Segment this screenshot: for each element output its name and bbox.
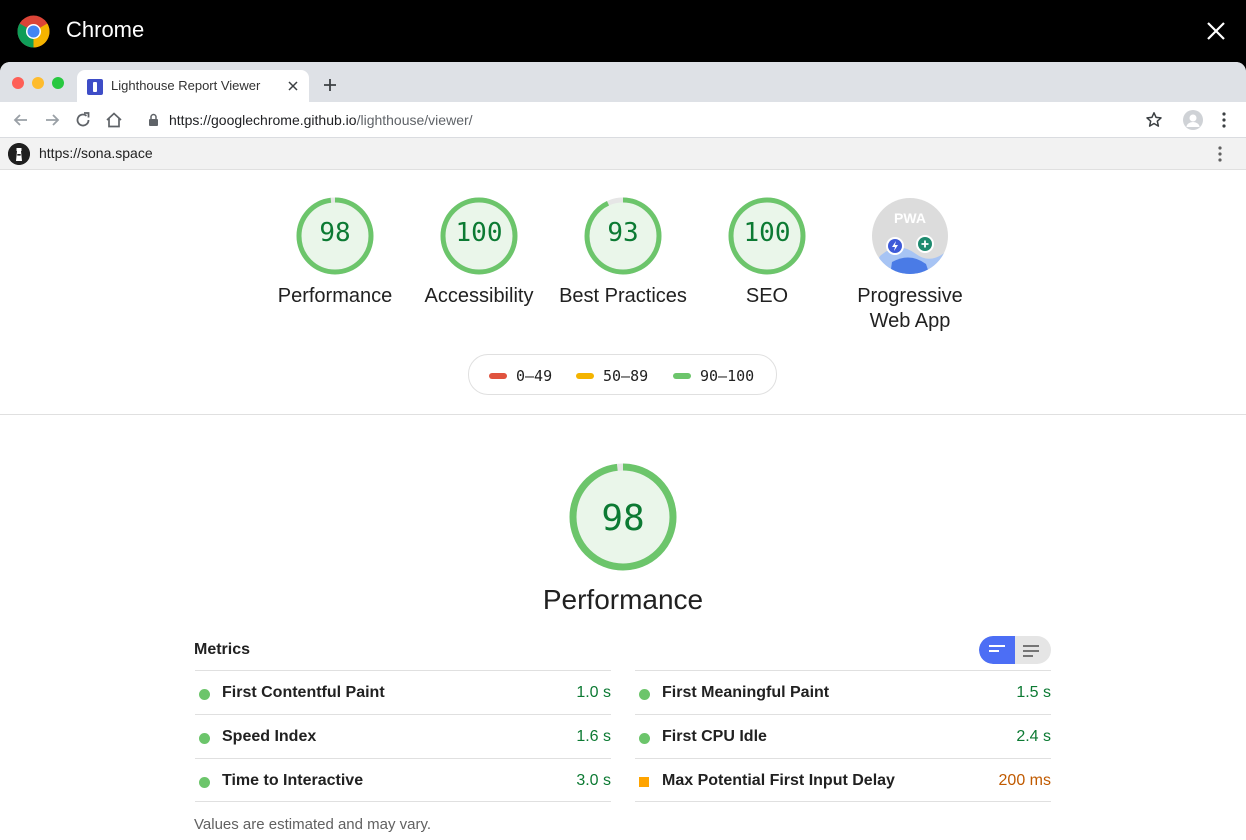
metric-row: Max Potential First Input Delay 200 ms [635, 758, 1051, 802]
window-minimize-button[interactable] [32, 77, 44, 89]
pwa-gauge[interactable]: PWA Progressive Web App [855, 196, 965, 332]
metric-row: First CPU Idle 2.4 s [635, 714, 1051, 758]
compact-lines-icon [989, 645, 1005, 655]
pass-dot-icon [639, 689, 650, 700]
legend-fail-range: 0–49 [516, 367, 553, 385]
metric-name: First Meaningful Paint [662, 684, 830, 701]
home-icon[interactable] [104, 110, 124, 130]
lighthouse-favicon-icon [87, 79, 103, 95]
performance-title: Performance [542, 584, 704, 615]
metric-value: 1.0 s [576, 684, 611, 701]
metric-row: Speed Index 1.6 s [195, 714, 611, 758]
legend-average-range: 50–89 [603, 367, 649, 385]
metric-row: First Contentful Paint 1.0 s [195, 670, 611, 714]
metric-name: Max Potential First Input Delay [662, 772, 895, 789]
metric-value: 200 ms [998, 772, 1051, 789]
expanded-lines-icon [1023, 645, 1039, 660]
report-site-url: https://sona.space [39, 145, 153, 161]
category-label: Accessibility [424, 285, 534, 307]
window-zoom-button[interactable] [52, 77, 64, 89]
gauge-accessibility[interactable]: 100 Accessibility [424, 196, 534, 307]
performance-score-value: 98 [601, 498, 645, 539]
category-label: Performance [277, 285, 393, 307]
metric-name: First Contentful Paint [222, 684, 385, 701]
category-score: 100 [743, 218, 791, 248]
metric-value: 1.6 s [576, 728, 611, 745]
metrics-view-toggle[interactable] [979, 636, 1051, 664]
category-score: 100 [455, 218, 503, 248]
metrics-disclaimer: Values are estimated and may vary. [194, 816, 432, 833]
url-text: https://googlechrome.github.io/lighthous… [169, 112, 473, 128]
address-bar[interactable]: https://googlechrome.github.io/lighthous… [138, 106, 1178, 134]
pass-dot-icon [639, 733, 650, 744]
metric-value: 2.4 s [1016, 728, 1051, 745]
pwa-badge-icon: PWA [872, 198, 948, 274]
category-score: 98 [319, 218, 351, 248]
gauge-performance[interactable]: 98 Performance [278, 196, 392, 307]
url-path: /lighthouse/viewer/ [356, 112, 473, 128]
profile-avatar[interactable] [1183, 110, 1203, 130]
pass-dot-icon [199, 733, 210, 744]
lighthouse-topbar: https://sona.space [0, 138, 1246, 170]
tab-lighthouse-viewer[interactable]: Lighthouse Report Viewer [77, 70, 309, 102]
section-divider [0, 414, 1246, 415]
person-icon [1186, 114, 1200, 127]
legend-pass-swatch [673, 373, 691, 379]
metrics-right-column: First Meaningful Paint 1.5 s First CPU Idl… [635, 670, 1051, 802]
pwa-badge-text: PWA [894, 210, 926, 226]
metrics-heading: Metrics [194, 641, 251, 658]
score-legend: 0–49 50–89 90–100 [468, 354, 777, 395]
metric-name: Time to Interactive [222, 772, 364, 789]
os-title-bar: Chrome [0, 0, 1246, 62]
gauge-seo[interactable]: 100 SEO [712, 196, 822, 307]
window-close-button[interactable] [12, 77, 24, 89]
pass-dot-icon [199, 777, 210, 788]
metric-value: 1.5 s [1016, 684, 1051, 701]
average-square-icon [639, 777, 649, 787]
metric-row: First Meaningful Paint 1.5 s [635, 670, 1051, 714]
browser-toolbar: https://googlechrome.github.io/lighthous… [0, 102, 1246, 138]
category-label: Best Practices [559, 285, 687, 307]
category-label: SEO [745, 285, 789, 307]
category-score: 93 [607, 218, 639, 248]
lighthouse-logo-icon [8, 143, 30, 165]
metric-name: Speed Index [222, 728, 317, 745]
chrome-logo-icon [17, 15, 50, 48]
metric-row: Time to Interactive 3.0 s [195, 758, 611, 802]
forward-arrow-icon[interactable] [42, 110, 62, 130]
pwa-label: Progressive Web App [857, 285, 963, 332]
metric-value: 3.0 s [576, 772, 611, 789]
tab-title: Lighthouse Report Viewer [111, 78, 261, 93]
browser-window: Lighthouse Report Viewer https://googlec… [0, 62, 1246, 840]
metric-name: First CPU Idle [662, 728, 767, 745]
expanded-view-button[interactable] [1015, 636, 1051, 664]
url-host: https://googlechrome.github.io [169, 112, 357, 128]
reload-icon[interactable] [73, 110, 93, 130]
compact-view-button[interactable] [979, 636, 1015, 664]
lock-icon [149, 113, 158, 126]
tab-strip: Lighthouse Report Viewer [0, 62, 1246, 102]
bookmark-star-icon[interactable] [1144, 110, 1164, 130]
new-tab-icon[interactable] [320, 75, 340, 95]
pass-dot-icon [199, 689, 210, 700]
legend-fail-swatch [489, 373, 507, 379]
back-arrow-icon[interactable] [11, 110, 31, 130]
tab-close-icon[interactable] [285, 78, 301, 94]
app-name: Chrome [66, 17, 145, 42]
metrics-left-column: First Contentful Paint 1.0 s Speed Index 1.… [195, 670, 611, 802]
browser-menu-icon[interactable] [1216, 110, 1232, 130]
legend-average-swatch [576, 373, 594, 379]
report-menu-icon[interactable] [1214, 144, 1226, 164]
gauge-best-practices[interactable]: 93 Best Practices [559, 196, 687, 307]
close-icon[interactable] [1204, 19, 1228, 43]
legend-pass-range: 90–100 [700, 367, 755, 385]
